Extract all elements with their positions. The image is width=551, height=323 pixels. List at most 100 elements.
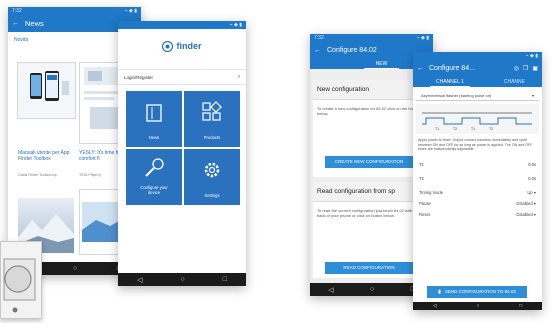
read-configuration-heading: Read configuration from sp: [313, 182, 425, 202]
news-item-1-title[interactable]: Manuali utente per App Finder Toolbox: [18, 150, 74, 162]
back-nav-icon[interactable]: ◁: [433, 303, 437, 309]
tile-configure-device-label: Configure your device: [140, 185, 168, 195]
reset-value: Disabled: [516, 211, 533, 217]
pause-value: Disabled: [516, 200, 533, 206]
products-icon: [202, 101, 222, 121]
pause-label: Pause: [419, 200, 431, 206]
channel-app-bar: ← Configure 84... ◎ ❐ ▣: [413, 60, 542, 77]
login-register-label: Login/Register: [124, 74, 154, 80]
phone-menu-screen: ⌁ ◆ ▮ finder Login/Register › News Produ…: [118, 21, 246, 286]
function-description: Apply power to timer. Output contact tra…: [418, 138, 533, 152]
settings-list: T1 0.0s T2 0.0s Timing mode Up ▾ Pause D…: [413, 156, 542, 217]
tile-products-label: Products: [203, 135, 221, 140]
finder-device-photo: [0, 241, 42, 319]
read-configuration-card: Read configuration from sp To read the c…: [313, 182, 425, 278]
tile-products[interactable]: Products: [184, 91, 240, 147]
timing-label-2: T2: [453, 127, 457, 131]
t1-row[interactable]: T1 0.0s: [419, 162, 536, 167]
back-arrow-icon[interactable]: ←: [417, 65, 424, 72]
dropdown-arrow-icon: ▾: [531, 93, 534, 98]
news-title: News: [25, 19, 44, 28]
tile-settings[interactable]: Settings: [184, 149, 240, 205]
status-icons: ⌁ ◆ ▮: [525, 53, 538, 59]
nav-bar: ◁ ○ □: [413, 302, 542, 310]
tile-news[interactable]: News: [126, 91, 182, 147]
tab-channel-2[interactable]: CHANNE: [504, 77, 525, 87]
t2-label: T2: [419, 175, 424, 181]
tile-configure-device[interactable]: Configure your device: [126, 149, 182, 205]
back-nav-icon[interactable]: ◁: [137, 276, 142, 284]
send-configuration-button[interactable]: ▮ SEND CONFIGURATION TO 84.02: [427, 286, 527, 298]
create-new-configuration-button[interactable]: CREATE NEW CONFIGURATION: [325, 156, 413, 168]
home-nav-icon[interactable]: ○: [73, 265, 77, 272]
t2-row[interactable]: T2 0.0s: [419, 176, 536, 181]
timing-diagram: T1 T2 T1 T2: [416, 104, 539, 134]
status-time: 7:32: [314, 35, 324, 41]
wrench-icon: [145, 158, 164, 177]
configure-title: Configure 84.02: [327, 47, 377, 54]
function-select[interactable]: Asymmetrical flasher (starting pulse on)…: [416, 87, 539, 101]
home-nav-icon[interactable]: ○: [180, 276, 184, 283]
finder-logo: finder: [118, 29, 246, 63]
chevron-right-icon: ›: [238, 74, 240, 80]
new-configuration-text: To create a new configuration for 84.02 …: [317, 106, 420, 116]
toolbox-phones-image: [30, 71, 69, 101]
tab-new[interactable]: NEW: [363, 59, 400, 69]
news-icon: [146, 104, 162, 122]
nav-bar: ◁ ○ □: [118, 273, 246, 286]
home-nav-icon[interactable]: ○: [370, 286, 374, 293]
timing-label-4: T2: [489, 127, 493, 131]
status-icons: ⌁ ◆ ▮: [229, 22, 242, 28]
channel-tab-bar: CHANNEL 1 CHANNE: [413, 77, 542, 87]
new-configuration-heading: New configuration: [313, 80, 425, 100]
gear-icon: [204, 162, 220, 178]
news-card-1[interactable]: [17, 62, 76, 119]
t1-label: T1: [419, 161, 424, 167]
device-illustration: [3, 258, 36, 313]
status-bar: ⌁ ◆ ▮: [118, 21, 246, 29]
copy-icon[interactable]: ❐: [523, 65, 528, 72]
new-configuration-card: New configuration To create a new config…: [313, 80, 425, 177]
tile-settings-label: Settings: [204, 193, 220, 198]
dropdown-arrow-icon: ▾: [533, 189, 536, 195]
nfc-icon[interactable]: ◎: [514, 65, 519, 72]
t1-value: 0.0s: [528, 161, 536, 167]
finder-logo-icon: [162, 40, 174, 52]
tab-channel-1[interactable]: CHANNEL 1: [429, 77, 470, 87]
finder-logo-text: finder: [176, 41, 202, 51]
send-configuration-label: SEND CONFIGURATION TO 84.02: [444, 289, 516, 294]
phone-channel-screen: ⌁ ◆ ▮ ← Configure 84... ◎ ❐ ▣ CHANNEL 1 …: [413, 52, 542, 310]
reset-row[interactable]: Reset Disabled ▾: [419, 212, 536, 217]
login-register-row[interactable]: Login/Register ›: [118, 69, 246, 85]
back-arrow-icon[interactable]: ←: [12, 20, 19, 27]
back-nav-icon[interactable]: ◁: [328, 286, 333, 294]
t2-value: 0.0s: [528, 175, 536, 181]
read-configuration-text: To read the current configuration just t…: [317, 208, 419, 218]
status-bar: 7:32 ⌁ ◆ ▮: [310, 34, 433, 42]
pause-row[interactable]: Pause Disabled ▾: [419, 201, 536, 206]
news-item-1-meta: Guida Finder Toolbox.zip: [18, 173, 57, 177]
timing-label-3: T1: [471, 127, 475, 131]
reset-label: Reset: [419, 211, 430, 217]
recents-nav-icon[interactable]: □: [223, 276, 227, 283]
status-time: 7:32: [12, 8, 22, 14]
dropdown-arrow-icon: ▾: [533, 211, 536, 217]
timing-mode-label: Timing mode: [419, 189, 444, 195]
channel-title: Configure 84...: [429, 65, 475, 72]
function-select-value: Asymmetrical flasher (starting pulse on): [421, 93, 492, 98]
dropdown-arrow-icon: ▾: [533, 200, 536, 206]
save-icon[interactable]: ▣: [532, 65, 538, 72]
status-icons: ⌁ ◆ ▮: [416, 35, 429, 41]
timing-mode-row[interactable]: Timing mode Up ▾: [419, 190, 536, 195]
status-bar: ⌁ ◆ ▮: [413, 52, 542, 60]
read-configuration-button[interactable]: READ CONFIGURATION: [325, 262, 413, 274]
timing-label-1: T1: [435, 127, 439, 131]
status-icons: ⌁ ◆ ▮: [124, 8, 137, 14]
timing-mode-value: Up: [527, 189, 533, 195]
recents-nav-icon[interactable]: □: [519, 303, 522, 309]
status-bar: 7:32 ⌁ ◆ ▮: [8, 7, 141, 15]
back-arrow-icon[interactable]: ←: [314, 47, 321, 54]
tile-news-label: News: [148, 135, 160, 140]
send-icon: ▮: [438, 289, 441, 295]
home-nav-icon[interactable]: ○: [476, 303, 479, 309]
